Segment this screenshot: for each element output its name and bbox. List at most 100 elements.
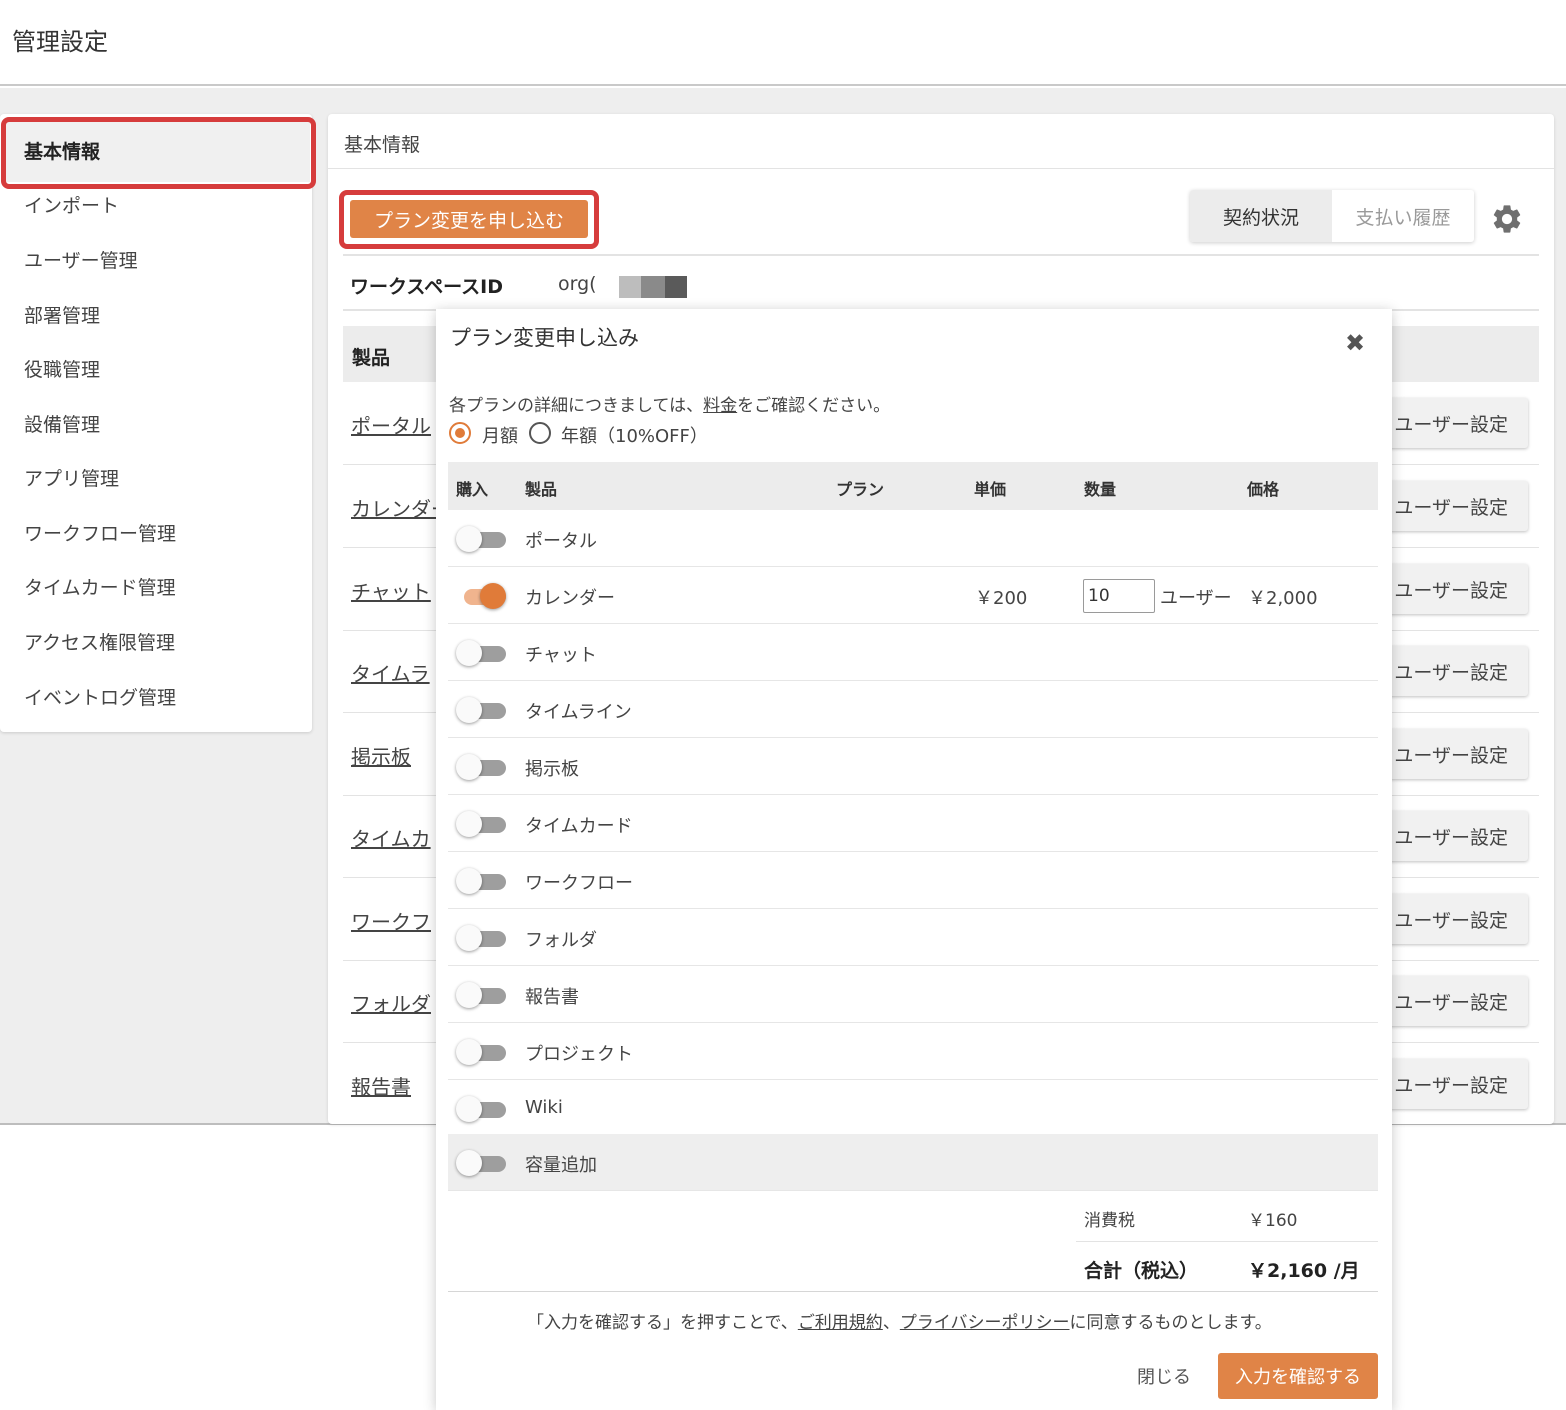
unit-price: ￥200 <box>975 588 1028 609</box>
user-settings-button[interactable]: ユーザー設定 <box>1380 894 1528 944</box>
purchase-toggle[interactable] <box>456 811 508 837</box>
product-name: チャット <box>525 645 597 666</box>
user-settings-button[interactable]: ユーザー設定 <box>1380 646 1528 696</box>
purchase-toggle[interactable] <box>456 697 508 723</box>
notice-text: をご確認ください。 <box>737 396 891 416</box>
purchase-toggle[interactable] <box>456 1039 508 1065</box>
sidebar-item-eventlog-management[interactable]: イベントログ管理 <box>24 683 176 710</box>
product-link-workflow[interactable]: ワークフ <box>351 906 431 935</box>
purchase-toggle[interactable] <box>456 1096 508 1122</box>
sidebar-item-user-management[interactable]: ユーザー管理 <box>24 246 138 273</box>
sidebar-item-equipment-management[interactable]: 設備管理 <box>24 410 100 437</box>
product-link-chat[interactable]: チャット <box>351 576 431 605</box>
radio-yearly[interactable] <box>529 422 551 444</box>
table-row: フォルダ <box>448 909 1378 966</box>
workspace-id-value: org( <box>558 273 597 295</box>
redaction-block <box>665 276 687 298</box>
sidebar-item-position-management[interactable]: 役職管理 <box>24 355 100 382</box>
terms-text: に同意するものとします。 <box>1069 1313 1272 1333</box>
terms-of-use-link[interactable]: ご利用規約 <box>798 1313 883 1333</box>
purchase-toggle[interactable] <box>456 640 508 666</box>
user-settings-button[interactable]: ユーザー設定 <box>1380 811 1528 861</box>
product-name: ポータル <box>525 531 597 552</box>
sidebar-item-basic-info[interactable]: 基本情報 <box>24 137 100 164</box>
product-name: 掲示板 <box>525 759 579 780</box>
tax-value: ￥160 <box>1248 1211 1298 1231</box>
table-row: チャット <box>448 624 1378 681</box>
terms-text: 、 <box>882 1313 900 1333</box>
total-value: ￥2,160 /月 <box>1248 1260 1360 1282</box>
product-name: 容量追加 <box>525 1155 597 1176</box>
product-link-timecard[interactable]: タイムカ <box>351 823 431 852</box>
user-settings-button[interactable]: ユーザー設定 <box>1380 564 1528 614</box>
product-name: カレンダー <box>525 588 615 609</box>
quantity-input[interactable] <box>1083 579 1155 613</box>
sidebar-item-department-management[interactable]: 部署管理 <box>24 301 100 328</box>
table-row: タイムライン <box>448 681 1378 738</box>
tax-label: 消費税 <box>1084 1211 1135 1231</box>
terms-text: 「入力を確認する」を押すことで、 <box>527 1313 798 1333</box>
product-name: 報告書 <box>525 987 579 1008</box>
product-name: タイムカード <box>525 816 633 837</box>
divider <box>343 254 1539 256</box>
user-settings-button[interactable]: ユーザー設定 <box>1380 481 1528 531</box>
close-icon[interactable]: ✖ <box>1340 328 1370 358</box>
user-settings-button[interactable]: ユーザー設定 <box>1380 976 1528 1026</box>
products-header-label: 製品 <box>352 347 391 369</box>
terms-notice: 「入力を確認する」を押すことで、ご利用規約、プライバシーポリシーに同意するものと… <box>527 1308 1272 1333</box>
product-link-bulletin-board[interactable]: 掲示板 <box>351 741 411 770</box>
sidebar-item-import[interactable]: インポート <box>24 191 119 218</box>
gear-icon[interactable] <box>1490 202 1524 236</box>
quantity-unit: ユーザー <box>1160 588 1232 609</box>
contract-tabs: 契約状況 支払い履歴 <box>1190 190 1474 242</box>
column-header-quantity: 数量 <box>1084 480 1117 499</box>
product-name: フォルダ <box>525 930 597 951</box>
product-name: プロジェクト <box>525 1044 633 1065</box>
column-header-product: 製品 <box>525 480 558 499</box>
table-row: プロジェクト <box>448 1023 1378 1080</box>
plan-change-button[interactable]: プラン変更を申し込む <box>350 200 588 238</box>
product-link-report[interactable]: 報告書 <box>351 1071 411 1100</box>
table-row: ポータル <box>448 510 1378 567</box>
product-link-timeline[interactable]: タイムラ <box>351 658 430 687</box>
radio-monthly[interactable] <box>449 422 471 444</box>
product-link-folder[interactable]: フォルダ <box>351 988 431 1017</box>
radio-yearly-label: 年額（10%OFF） <box>561 426 708 447</box>
sidebar-item-access-management[interactable]: アクセス権限管理 <box>24 628 175 655</box>
radio-monthly-label: 月額 <box>482 426 518 447</box>
sidebar-item-timecard-management[interactable]: タイムカード管理 <box>24 573 176 600</box>
panel-title: 基本情報 <box>344 134 421 156</box>
tab-payment-history[interactable]: 支払い履歴 <box>1332 190 1474 242</box>
purchase-toggle[interactable] <box>456 583 508 609</box>
sidebar-item-app-management[interactable]: アプリ管理 <box>24 464 119 491</box>
purchase-toggle[interactable] <box>456 754 508 780</box>
purchase-toggle[interactable] <box>456 526 508 552</box>
product-name: Wiki <box>525 1097 563 1118</box>
close-button[interactable]: 閉じる <box>1124 1356 1204 1396</box>
user-settings-button[interactable]: ユーザー設定 <box>1380 398 1528 448</box>
column-header-price: 価格 <box>1247 480 1280 499</box>
panel-divider <box>328 168 1554 169</box>
purchase-toggle[interactable] <box>456 982 508 1008</box>
column-header-unit-price: 単価 <box>974 480 1007 499</box>
redaction-block <box>641 276 665 298</box>
product-link-portal[interactable]: ポータル <box>351 410 431 439</box>
purchase-toggle[interactable] <box>456 868 508 894</box>
modal-title: プラン変更申し込み <box>450 326 639 350</box>
table-row: タイムカード <box>448 795 1378 852</box>
table-row: ワークフロー <box>448 852 1378 909</box>
purchase-toggle[interactable] <box>456 925 508 951</box>
privacy-policy-link[interactable]: プライバシーポリシー <box>900 1313 1070 1333</box>
footer-divider <box>448 1291 1378 1292</box>
sidebar-item-workflow-management[interactable]: ワークフロー管理 <box>24 519 176 546</box>
summary-divider <box>1076 1241 1378 1242</box>
product-name: タイムライン <box>525 702 632 723</box>
pricing-link[interactable]: 料金 <box>703 396 737 416</box>
table-row: Wiki <box>448 1080 1378 1137</box>
user-settings-button[interactable]: ユーザー設定 <box>1380 1059 1528 1109</box>
tab-contract-status[interactable]: 契約状況 <box>1190 190 1332 242</box>
table-row: カレンダー ￥200 ユーザー ￥2,000 <box>448 567 1378 624</box>
purchase-toggle[interactable] <box>456 1150 508 1176</box>
user-settings-button[interactable]: ユーザー設定 <box>1380 729 1528 779</box>
confirm-input-button[interactable]: 入力を確認する <box>1218 1353 1378 1399</box>
